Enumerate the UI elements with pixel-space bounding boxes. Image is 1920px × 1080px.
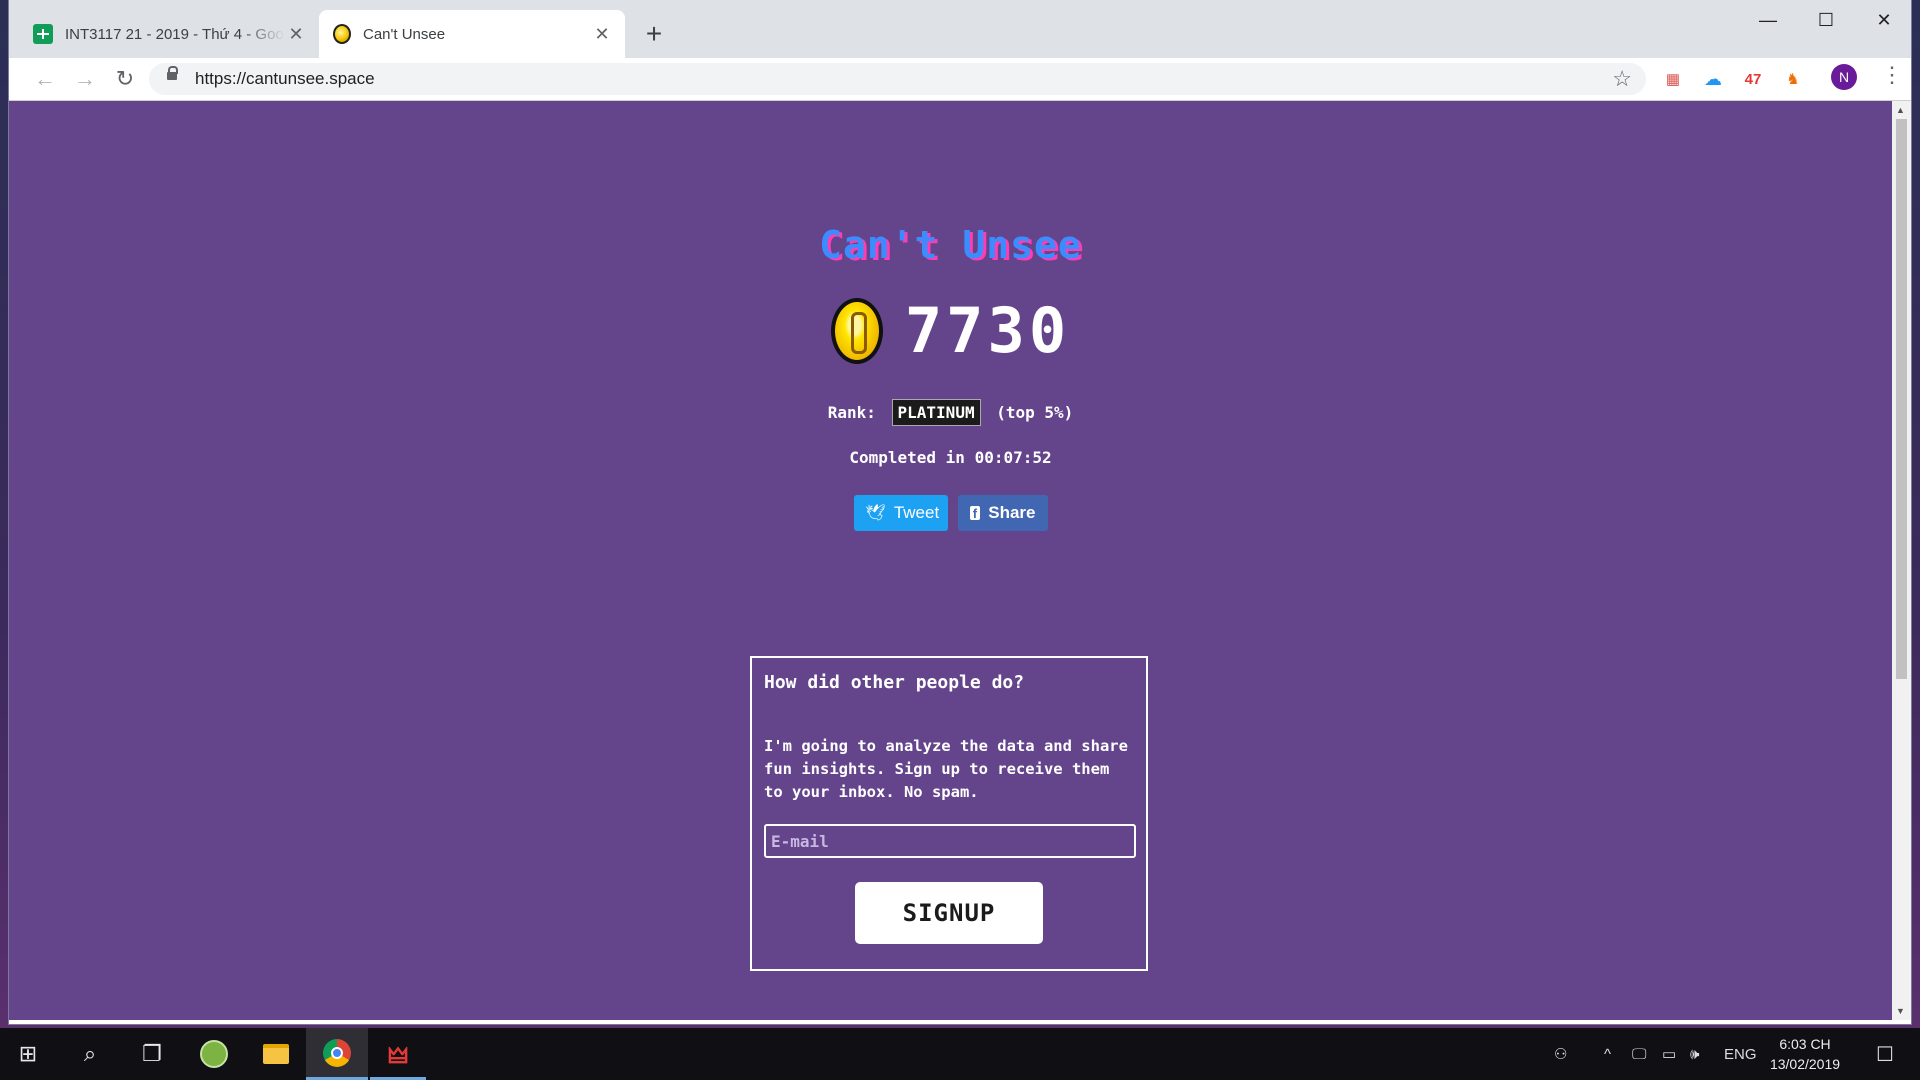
notifications-icon[interactable]: ☐ [1876, 1028, 1894, 1080]
browser-toolbar: ← → ↻ https://cantunsee.space ☆ ▦ ☁ 47 ♞… [9, 58, 1911, 101]
browser-window: INT3117 21 - 2019 - Thứ 4 - Goo ✕ Can't … [9, 0, 1911, 1024]
scroll-down-icon[interactable]: ▼ [1896, 1006, 1905, 1016]
cloud-extension-icon[interactable]: ☁ [1698, 64, 1728, 94]
site-logo: Can't Unsee [819, 223, 1082, 267]
maximize-button[interactable]: ☐ [1797, 0, 1855, 40]
tweet-label: Tweet [893, 503, 940, 522]
tweet-button[interactable]: 🕊 Tweet [853, 495, 948, 531]
rank-percentile: (top 5%) [996, 403, 1074, 422]
bookmark-star-icon[interactable]: ☆ [1612, 66, 1632, 92]
clock-time: 6:03 CH [1779, 1036, 1831, 1052]
scroll-up-icon[interactable]: ▲ [1896, 105, 1905, 115]
email-field[interactable] [764, 824, 1136, 858]
battery-icon[interactable]: ▭ [1662, 1028, 1676, 1080]
garena-app-icon[interactable]: 🜲 [370, 1028, 426, 1080]
people-icon[interactable]: ⚇ [1554, 1028, 1567, 1080]
google-sheets-icon [33, 24, 53, 44]
chrome-app-icon[interactable] [306, 1028, 368, 1080]
search-icon[interactable]: ⌕ [62, 1028, 118, 1080]
page-scrollbar[interactable]: ▲ ▼ [1892, 101, 1911, 1020]
close-window-button[interactable]: ✕ [1855, 0, 1913, 40]
network-icon[interactable]: 🖵 [1632, 1028, 1646, 1080]
url-text: https://cantunsee.space [195, 69, 375, 88]
facebook-share-button[interactable]: f Share [957, 495, 1048, 531]
facebook-icon: f [969, 506, 981, 521]
score-row: 7730 [9, 294, 1892, 367]
scrollbar-thumb[interactable] [1896, 119, 1907, 679]
browser-menu-icon[interactable]: ⋮ [1881, 62, 1903, 88]
tab-strip: INT3117 21 - 2019 - Thứ 4 - Goo ✕ Can't … [9, 0, 1911, 58]
counter-extension[interactable]: 47 [1738, 64, 1768, 94]
coin-favicon-icon [333, 24, 351, 44]
windows-taskbar: ⊞ ⌕ ❐ 🜲 ⚇ ^ 🖵 ▭ 🕪 ENG 6:03 CH 13/02/2019… [0, 1028, 1920, 1080]
fox-extension-icon[interactable]: ♞ [1778, 64, 1808, 94]
coccoc-app-icon[interactable] [186, 1028, 242, 1080]
share-label: Share [988, 503, 1036, 522]
calendar-extension-icon[interactable]: ▦ [1658, 64, 1688, 94]
tab-spreadsheet[interactable]: INT3117 21 - 2019 - Thứ 4 - Goo ✕ [19, 10, 319, 58]
card-heading: How did other people do? [764, 672, 1025, 693]
rank-badge: PLATINUM [891, 399, 981, 426]
score-value: 7730 [904, 294, 1071, 367]
lock-icon [167, 66, 178, 80]
address-bar[interactable]: https://cantunsee.space ☆ [149, 63, 1646, 95]
newsletter-card: How did other people do? I'm going to an… [750, 656, 1148, 971]
rank-label: Rank: [827, 403, 876, 422]
clock[interactable]: 6:03 CH 13/02/2019 [1750, 1034, 1860, 1074]
close-tab-icon[interactable]: ✕ [591, 23, 613, 45]
tray-overflow-icon[interactable]: ^ [1604, 1028, 1611, 1080]
social-buttons: 🕊 Tweet f Share [9, 495, 1892, 531]
card-body: I'm going to analyze the data and share … [764, 737, 1128, 801]
start-button[interactable]: ⊞ [0, 1028, 56, 1080]
reload-button[interactable]: ↻ [109, 63, 141, 95]
task-view-icon[interactable]: ❐ [124, 1028, 180, 1080]
twitter-bird-icon: 🕊 [865, 505, 886, 522]
tab-title: Can't Unsee [363, 25, 446, 43]
rank-line: Rank: PLATINUM (top 5%) [9, 399, 1892, 426]
file-explorer-icon[interactable] [248, 1028, 304, 1080]
minimize-button[interactable]: — [1739, 0, 1797, 40]
forward-button[interactable]: → [69, 63, 101, 95]
clock-date: 13/02/2019 [1769, 1056, 1841, 1072]
tab-cant-unsee[interactable]: Can't Unsee ✕ [319, 10, 625, 58]
completion-time: Completed in 00:07:52 [849, 448, 1052, 467]
back-button[interactable]: ← [29, 63, 61, 95]
coin-icon [830, 297, 883, 364]
volume-icon[interactable]: 🕪 [1690, 1028, 1699, 1080]
profile-avatar[interactable]: N [1831, 64, 1857, 90]
tab-title: INT3117 21 - 2019 - Thứ 4 - Goo [65, 25, 284, 43]
new-tab-button[interactable]: + [637, 17, 671, 51]
page-content: Can't Unsee 7730 Rank: PLATINUM (top 5%)… [9, 101, 1892, 1020]
close-tab-icon[interactable]: ✕ [285, 23, 307, 45]
signup-button[interactable]: SIGNUP [855, 882, 1043, 944]
